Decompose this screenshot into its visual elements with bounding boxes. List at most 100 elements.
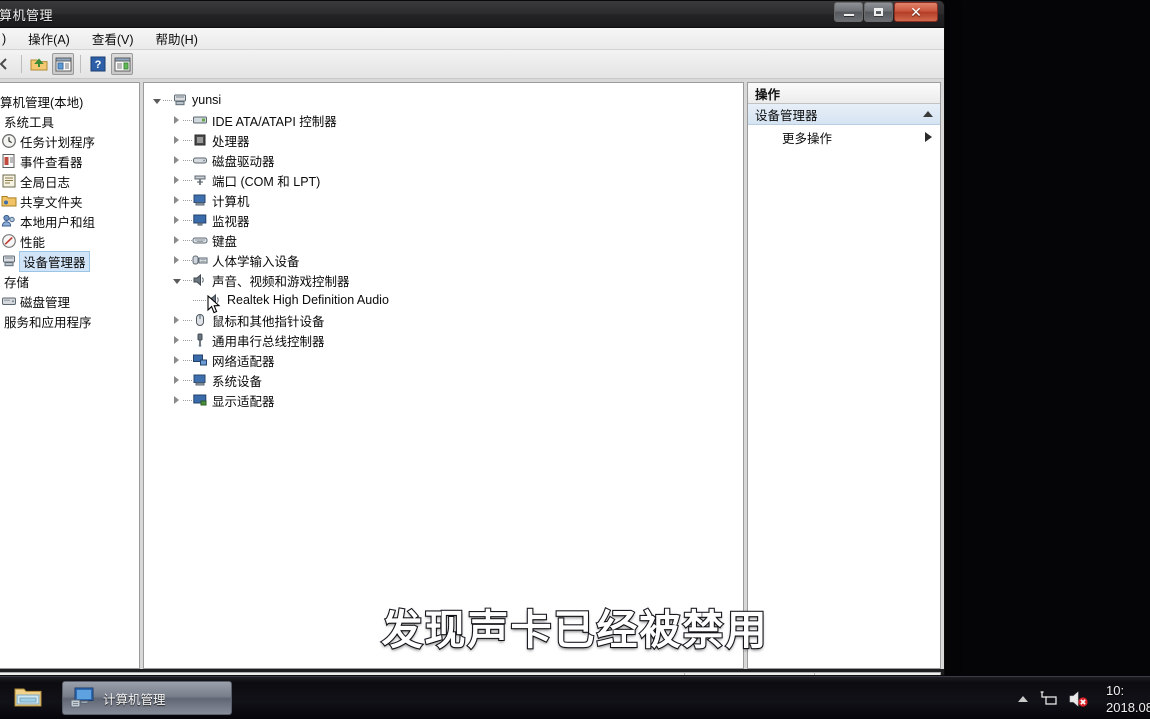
device-node-ide-controllers[interactable]: IDE ATA/ATAPI 控制器 xyxy=(150,110,743,130)
show-hide-action-pane-button[interactable] xyxy=(111,53,133,75)
device-node-display-adapters[interactable]: 显示适配器 xyxy=(150,390,743,410)
menu-action[interactable]: 操作(A) xyxy=(17,27,81,50)
device-node-root[interactable]: yunsi xyxy=(150,90,743,110)
console-item-event-viewer[interactable]: 事件查看器 xyxy=(0,151,139,171)
expand-toggle[interactable] xyxy=(170,214,183,227)
console-item-performance[interactable]: 性能 xyxy=(0,231,139,251)
console-item-disk-management[interactable]: 磁盘管理 xyxy=(0,291,139,311)
help-button[interactable]: ? xyxy=(87,53,109,75)
chevron-up-icon[interactable] xyxy=(923,111,933,117)
desktop: 算机管理 ✕ ) 操作(A) 查看(V) 帮助(H) ? 算机管理(本地) 系统… xyxy=(0,0,1150,719)
expand-toggle[interactable] xyxy=(170,194,183,207)
device-node-ports[interactable]: 端口 (COM 和 LPT) xyxy=(150,170,743,190)
device-node-disk-drives[interactable]: 磁盘驱动器 xyxy=(150,150,743,170)
expand-toggle[interactable] xyxy=(170,314,183,327)
taskbar-task-computer-management[interactable]: 计算机管理 xyxy=(62,681,232,715)
volume-muted-icon[interactable] xyxy=(1068,689,1090,709)
show-hide-action-pane-icon xyxy=(114,57,130,71)
tree-connector xyxy=(183,179,192,181)
console-item-global-logs[interactable]: 全局日志 xyxy=(0,171,139,191)
chevron-down-icon xyxy=(152,99,161,104)
expand-toggle[interactable] xyxy=(170,374,183,387)
console-item-services-applications[interactable]: 服务和应用程序 xyxy=(0,311,139,331)
expand-toggle[interactable] xyxy=(170,254,183,267)
show-hidden-icons-icon[interactable] xyxy=(1018,695,1028,702)
action-more-actions[interactable]: 更多操作 xyxy=(748,125,940,149)
menu-help[interactable]: 帮助(H) xyxy=(145,27,209,50)
audio-device-disabled-icon xyxy=(207,292,223,308)
menu-view[interactable]: 查看(V) xyxy=(81,27,145,50)
expand-toggle[interactable] xyxy=(170,354,183,367)
tree-connector xyxy=(183,339,192,341)
expand-toggle[interactable] xyxy=(170,134,183,147)
sound-controller-icon xyxy=(192,272,208,288)
device-manager-icon xyxy=(1,253,17,269)
maximize-button[interactable] xyxy=(864,2,893,22)
console-item-shared-folders[interactable]: 共享文件夹 xyxy=(0,191,139,211)
device-node-mice-pointing-devices[interactable]: 鼠标和其他指针设备 xyxy=(150,310,743,330)
device-node-monitors[interactable]: 监视器 xyxy=(150,210,743,230)
up-folder-button[interactable] xyxy=(28,53,50,75)
tree-connector xyxy=(183,399,192,401)
console-item-label: 事件查看器 xyxy=(20,155,83,170)
console-item-label: 服务和应用程序 xyxy=(4,315,92,330)
console-item-computer-management[interactable]: 算机管理(本地) xyxy=(0,91,139,111)
console-item-system-tools[interactable]: 系统工具 xyxy=(0,111,139,131)
back-arrow-icon xyxy=(0,58,7,70)
device-node-keyboards[interactable]: 键盘 xyxy=(150,230,743,250)
menu-file[interactable]: ) xyxy=(0,30,17,48)
tree-connector xyxy=(183,259,192,261)
tree-connector xyxy=(183,379,192,381)
tree-connector xyxy=(183,119,192,121)
minimize-button[interactable] xyxy=(834,2,863,22)
tree-connector xyxy=(183,219,192,221)
expand-toggle[interactable] xyxy=(170,274,183,287)
console-item-local-users-groups[interactable]: 本地用户和组 xyxy=(0,211,139,231)
device-node-usb-controllers[interactable]: 通用串行总线控制器 xyxy=(150,330,743,350)
explorer-folder-icon xyxy=(14,688,42,707)
device-node-sound-video-game-controllers[interactable]: 声音、视频和游戏控制器 xyxy=(150,270,743,290)
chevron-right-icon xyxy=(174,316,179,324)
device-node-label: 系统设备 xyxy=(212,374,263,389)
device-tree: yunsi IDE ATA/ATAPI 控制器 处理器 磁盘驱动器 端口 (CO… xyxy=(144,83,743,410)
tree-connector xyxy=(183,359,192,361)
actions-section-device-manager[interactable]: 设备管理器 xyxy=(748,104,940,125)
expand-toggle[interactable] xyxy=(170,394,183,407)
device-node-label: 处理器 xyxy=(212,134,250,149)
quick-launch-explorer[interactable] xyxy=(0,677,56,719)
expand-toggle[interactable] xyxy=(170,154,183,167)
close-button[interactable]: ✕ xyxy=(894,2,938,22)
back-arrow-button[interactable] xyxy=(0,53,15,75)
device-node-network-adapters[interactable]: 网络适配器 xyxy=(150,350,743,370)
expand-toggle[interactable] xyxy=(170,234,183,247)
device-node-computer[interactable]: 计算机 xyxy=(150,190,743,210)
chevron-down-icon xyxy=(172,279,181,284)
network-icon[interactable] xyxy=(1038,690,1058,708)
chevron-right-icon xyxy=(174,116,179,124)
device-node-hid[interactable]: 人体学输入设备 xyxy=(150,250,743,270)
window-titlebar[interactable]: 算机管理 ✕ xyxy=(0,1,944,28)
console-item-label: 全局日志 xyxy=(20,175,71,190)
show-hide-tree-button[interactable] xyxy=(52,53,74,75)
device-node-realtek-audio[interactable]: Realtek High Definition Audio xyxy=(150,290,743,310)
expand-toggle[interactable] xyxy=(150,94,163,107)
expand-toggle[interactable] xyxy=(170,174,183,187)
console-item-device-manager[interactable]: 设备管理器 xyxy=(0,250,139,272)
device-node-processors[interactable]: 处理器 xyxy=(150,130,743,150)
console-item-storage[interactable]: 存储 xyxy=(0,271,139,291)
keyboard-icon xyxy=(192,232,208,248)
event-log-icon xyxy=(1,153,17,169)
expand-toggle[interactable] xyxy=(170,334,183,347)
expand-toggle[interactable] xyxy=(170,114,183,127)
chevron-right-icon xyxy=(174,136,179,144)
up-folder-icon xyxy=(30,58,48,71)
console-item-label: 系统工具 xyxy=(4,115,55,130)
tray-clock[interactable]: 10: 2018.08 xyxy=(1106,682,1150,716)
console-item-task-scheduler[interactable]: 任务计划程序 xyxy=(0,131,139,151)
chevron-right-icon xyxy=(174,356,179,364)
toolbar-separator-2 xyxy=(80,55,81,73)
device-node-system-devices[interactable]: 系统设备 xyxy=(150,370,743,390)
taskbar: 计算机管理 10: 2018.08 xyxy=(0,676,1150,719)
device-node-label: IDE ATA/ATAPI 控制器 xyxy=(212,114,337,129)
monitor-icon xyxy=(192,212,208,228)
